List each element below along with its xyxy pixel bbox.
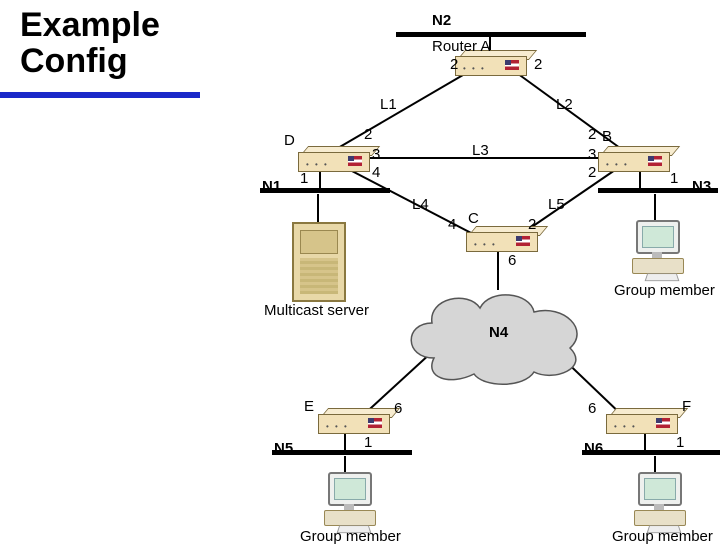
label-gm-n5: Group member [300, 528, 401, 545]
cost-f-n6: 1 [676, 434, 684, 451]
cost-d-l4: 4 [372, 164, 380, 181]
router-f: • • • [606, 408, 676, 432]
cost-a-l2: 2 [534, 56, 542, 73]
label-n6: N6 [584, 440, 603, 457]
cost-d-l1: 2 [364, 126, 372, 143]
bus-n2 [396, 32, 586, 37]
label-router-b: B [602, 128, 612, 145]
slide-title: Example Config [20, 8, 160, 79]
label-router-f: F [682, 398, 691, 415]
cloud-n4: N4 [394, 278, 594, 388]
label-l2: L2 [556, 96, 573, 113]
label-l1: L1 [380, 96, 397, 113]
label-n4: N4 [489, 324, 508, 341]
cost-b-l3: 3 [588, 146, 596, 163]
title-line-2: Config [20, 44, 160, 80]
label-n5: N5 [274, 440, 293, 457]
router-e: • • • [318, 408, 388, 432]
label-l3: L3 [472, 142, 489, 159]
label-router-d: D [284, 132, 295, 149]
label-n2: N2 [432, 12, 451, 29]
cost-b-n3: 1 [670, 170, 678, 187]
label-n1: N1 [262, 178, 281, 195]
label-router-e: E [304, 398, 314, 415]
title-line-1: Example [20, 8, 160, 44]
cost-a-l1: 2 [450, 56, 458, 73]
router-d: • • • [298, 146, 368, 170]
label-router-a: Router A [432, 38, 490, 55]
multicast-server-icon [292, 222, 348, 302]
topology-links [0, 0, 720, 540]
label-n3: N3 [692, 178, 711, 195]
label-l4: L4 [412, 196, 429, 213]
label-router-c: C [468, 210, 479, 227]
pc-n6 [630, 472, 690, 532]
cost-b-l5: 2 [588, 164, 596, 181]
cost-c-l4: 4 [448, 216, 456, 233]
router-c: • • • [466, 226, 536, 250]
cost-e-n4: 6 [394, 400, 402, 417]
cost-b-l2: 2 [588, 126, 596, 143]
cost-e-n5: 1 [364, 434, 372, 451]
pc-n3 [628, 220, 688, 280]
label-gm-n6: Group member [612, 528, 713, 545]
cost-d-l3: 3 [372, 146, 380, 163]
router-b: • • • [598, 146, 668, 170]
cost-f-n4: 6 [588, 400, 596, 417]
title-underline [0, 92, 200, 98]
cost-c-n4: 6 [508, 252, 516, 269]
label-l5: L5 [548, 196, 565, 213]
label-multicast-server: Multicast server [264, 302, 369, 319]
pc-n5 [320, 472, 380, 532]
cost-d-n1: 1 [300, 170, 308, 187]
cost-c-l5: 2 [528, 216, 536, 233]
label-gm-n3: Group member [614, 282, 715, 299]
